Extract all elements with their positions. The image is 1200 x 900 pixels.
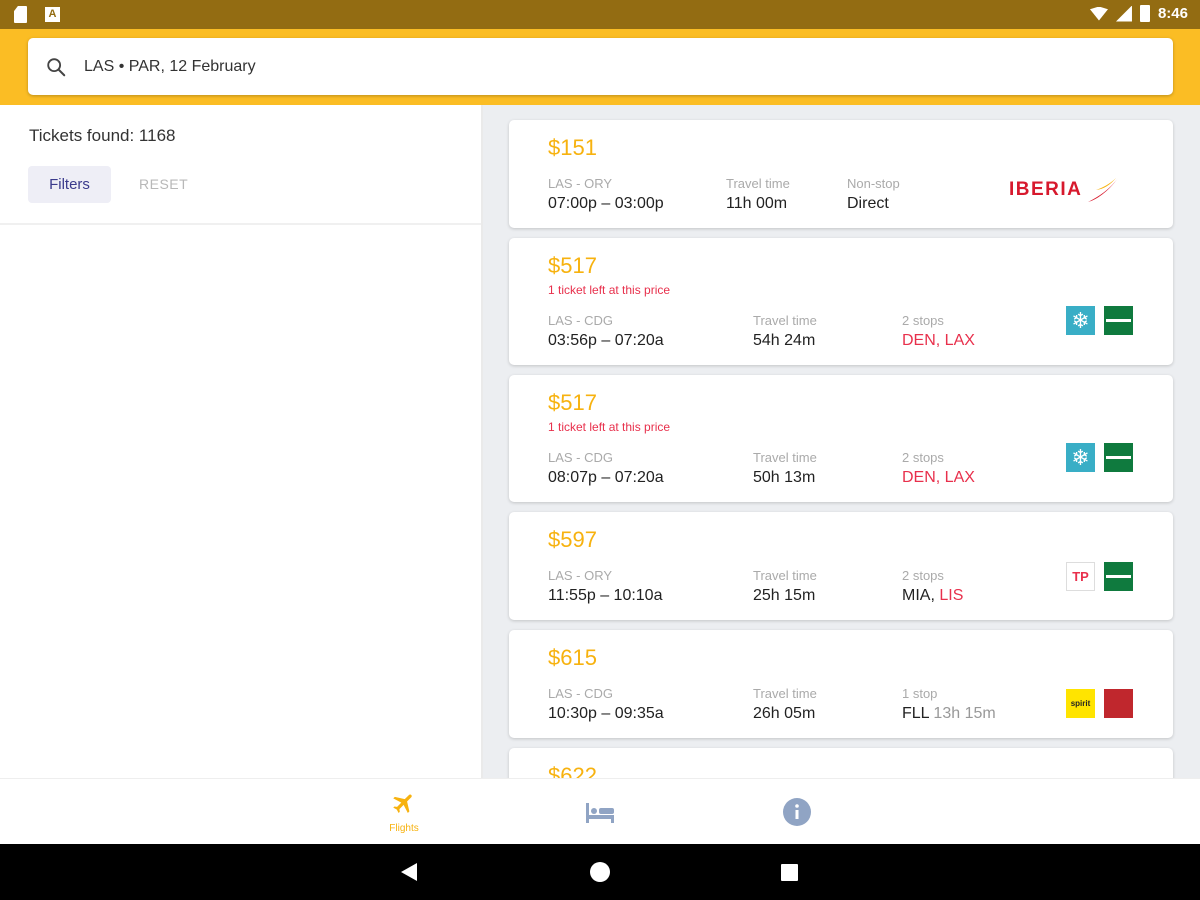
flight-result-card[interactable]: $151 LAS - ORY 07:00p – 03:00p Travel ti… — [509, 120, 1173, 228]
airplane-icon — [393, 794, 412, 813]
sd-card-icon — [14, 6, 27, 23]
travel-time-value: 50h 13m — [753, 469, 816, 486]
green-airline-logo — [1104, 443, 1133, 472]
stops-value: DEN, LAX — [902, 332, 975, 349]
ticket-price: $517 — [548, 253, 597, 278]
ticket-price: $151 — [548, 135, 597, 160]
snowflake-airline-logo: ❄ — [1066, 306, 1095, 335]
stops-value: Direct — [847, 195, 889, 212]
low-availability-warning: 1 ticket left at this price — [548, 283, 671, 297]
departure-arrival-times: 10:30p – 09:35a — [548, 705, 664, 722]
travel-time-value: 54h 24m — [753, 332, 816, 349]
signal-icon — [1115, 5, 1132, 22]
low-availability-warning: 1 ticket left at this price — [548, 420, 671, 434]
stop-airport: MIA, — [902, 587, 940, 604]
departure-arrival-times: 08:07p – 07:20a — [548, 469, 664, 486]
stops-value: MIA, LIS — [902, 587, 963, 605]
travel-time-label: Travel time — [726, 176, 790, 191]
status-time: 8:46 — [1157, 5, 1188, 22]
ticket-price: $622 — [548, 763, 597, 778]
route-label: LAS - CDG — [548, 313, 614, 328]
flight-result-card[interactable]: $517 1 ticket left at this price LAS - C… — [509, 238, 1173, 365]
system-navigation-bar — [0, 844, 1200, 900]
bottom-navigation: Flights — [0, 778, 1200, 844]
bed-icon — [586, 803, 614, 823]
departure-arrival-times: 03:56p – 07:20a — [548, 332, 664, 349]
flight-result-card[interactable]: $615 LAS - CDG 10:30p – 09:35a Travel ti… — [509, 630, 1173, 738]
stops-label: 2 stops — [902, 568, 944, 583]
ticket-price: $517 — [548, 390, 597, 415]
ticket-price: $597 — [548, 527, 597, 552]
iberia-airline-logo: IBERIA — [1009, 176, 1120, 204]
travel-time-label: Travel time — [753, 686, 817, 701]
green-airline-logo — [1104, 562, 1133, 591]
layover-duration: 13h 15m — [933, 705, 996, 722]
status-bar: A 8:46 — [0, 0, 1200, 29]
tab-hotels[interactable] — [560, 779, 640, 845]
travel-time-value: 26h 05m — [753, 705, 816, 722]
stops-label: Non-stop — [847, 176, 900, 191]
filter-panel: Tickets found: 1168 Filters RESET — [0, 105, 481, 778]
travel-time-label: Travel time — [753, 313, 817, 328]
app-header: LAS • PAR, 12 February — [0, 29, 1200, 105]
ticket-price: $615 — [548, 645, 597, 670]
spirit-airline-logo: spirit — [1066, 689, 1095, 718]
flight-result-card[interactable]: $597 LAS - ORY 11:55p – 10:10a Travel ti… — [509, 512, 1173, 620]
travel-time-value: 11h 00m — [726, 195, 788, 212]
stops-value: DEN, LAX — [902, 469, 975, 486]
red-airline-logo — [1104, 689, 1133, 718]
stops-value: FLL 13h 15m — [902, 705, 996, 723]
stops-label: 1 stop — [902, 686, 938, 701]
search-icon — [47, 57, 66, 76]
back-icon[interactable] — [401, 863, 417, 881]
route-label: LAS - ORY — [548, 568, 613, 583]
departure-arrival-times: 07:00p – 03:00p — [548, 195, 664, 212]
iberia-swoosh-icon — [1088, 178, 1119, 202]
home-icon[interactable] — [590, 862, 610, 882]
flight-result-card[interactable]: $622 — [509, 748, 1173, 778]
notification-a-icon: A — [45, 7, 60, 22]
snowflake-airline-logo: ❄ — [1066, 443, 1095, 472]
tab-flights[interactable]: Flights — [364, 779, 444, 845]
divider — [0, 223, 481, 225]
tap-airline-logo: TP — [1066, 562, 1095, 591]
route-label: LAS - ORY — [548, 176, 613, 191]
battery-icon — [1139, 5, 1150, 22]
results-list: $151 LAS - ORY 07:00p – 03:00p Travel ti… — [483, 105, 1200, 778]
wifi-icon — [1089, 6, 1108, 21]
route-label: LAS - CDG — [548, 686, 614, 701]
reset-button[interactable]: RESET — [139, 176, 188, 192]
stops-label: 2 stops — [902, 450, 944, 465]
route-label: LAS - CDG — [548, 450, 614, 465]
tickets-found-count: Tickets found: 1168 — [29, 126, 176, 145]
tab-flights-label: Flights — [389, 823, 419, 834]
flight-result-card[interactable]: $517 1 ticket left at this price LAS - C… — [509, 375, 1173, 502]
travel-time-value: 25h 15m — [753, 587, 816, 604]
green-airline-logo — [1104, 306, 1133, 335]
stop-airport: FLL — [902, 705, 934, 722]
info-icon — [783, 798, 811, 826]
stop-airport-changed: LIS — [939, 587, 964, 604]
travel-time-label: Travel time — [753, 450, 817, 465]
search-bar[interactable]: LAS • PAR, 12 February — [28, 38, 1173, 95]
recent-apps-icon[interactable] — [781, 864, 798, 881]
stops-label: 2 stops — [902, 313, 944, 328]
tab-info[interactable] — [756, 779, 836, 845]
travel-time-label: Travel time — [753, 568, 817, 583]
departure-arrival-times: 11:55p – 10:10a — [548, 587, 663, 604]
filters-button[interactable]: Filters — [28, 166, 111, 203]
search-query: LAS • PAR, 12 February — [84, 57, 256, 75]
